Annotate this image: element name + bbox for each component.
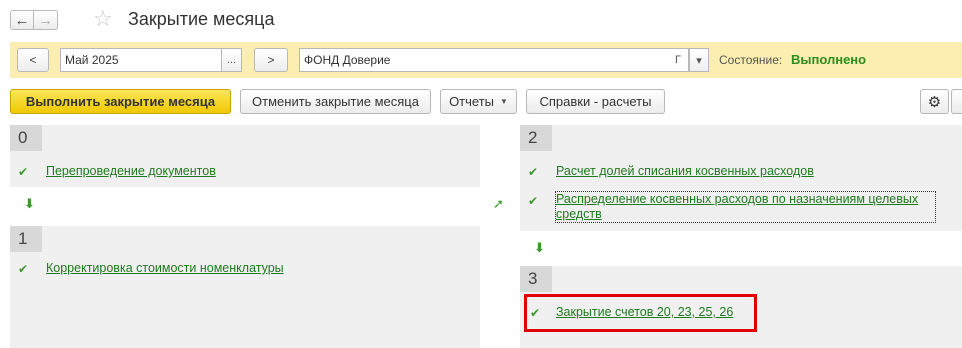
task-label-line2: средств	[556, 207, 602, 221]
caret-down-icon: ▼	[500, 97, 508, 106]
task-link-indirect-cost-distribution[interactable]: Распределение косвенных расходов по назн…	[555, 191, 936, 223]
organization-open-button[interactable]: Г	[675, 48, 689, 72]
reports-menu-button[interactable]: Отчеты ▼	[440, 89, 517, 114]
check-icon: ✔	[528, 165, 539, 179]
reports-label: Отчеты	[449, 94, 494, 109]
page-title: Закрытие месяца	[128, 9, 275, 29]
task-link-item-cost-adjustment[interactable]: Корректировка стоимости номенклатуры	[46, 261, 284, 276]
organization-dropdown-button[interactable]: ▾	[689, 48, 709, 72]
highlight-frame	[524, 294, 757, 332]
task-link-indirect-cost-shares[interactable]: Расчет долей списания косвенных расходов	[556, 164, 814, 179]
step-number: 2	[520, 125, 552, 151]
run-month-close-button[interactable]: Выполнить закрытие месяца	[10, 89, 231, 114]
settings-button[interactable]: ⚙	[920, 89, 949, 114]
arrow-left-icon: ←	[14, 11, 30, 29]
arrow-down-icon: ⬇	[534, 240, 545, 255]
task-label-line1: Распределение косвенных расходов по назн…	[556, 192, 919, 206]
organization-field[interactable]: ФОНД Доверие	[299, 48, 679, 72]
reference-calculations-button[interactable]: Справки - расчеты	[526, 89, 665, 114]
period-field[interactable]: Май 2025	[60, 48, 222, 72]
forward-button[interactable]: →	[34, 10, 58, 30]
prev-period-button[interactable]: <	[17, 48, 49, 72]
check-icon: ✔	[528, 194, 539, 208]
favorite-star-icon[interactable]: ☆	[93, 8, 113, 30]
period-select-button[interactable]: ...	[221, 48, 242, 72]
back-button[interactable]: ←	[10, 10, 34, 30]
step-group-1: 1	[10, 226, 480, 348]
arrow-right-icon: →	[38, 11, 53, 29]
step-number: 3	[520, 266, 552, 292]
gear-icon: ⚙	[927, 93, 942, 111]
task-link-reposting-documents[interactable]: Перепроведение документов	[46, 164, 216, 179]
arrow-diagonal-icon: ➚	[493, 196, 504, 211]
state-value: Выполнено	[791, 52, 867, 67]
check-icon: ✔	[18, 262, 29, 276]
parameter-bar: < Май 2025 ... > ФОНД Доверие Г ▾ Состоя…	[10, 42, 962, 78]
cancel-month-close-button[interactable]: Отменить закрытие месяца	[240, 89, 431, 114]
arrow-down-icon: ⬇	[24, 196, 35, 211]
next-period-button[interactable]: >	[254, 48, 288, 72]
more-button[interactable]	[951, 89, 962, 114]
chevron-down-icon: ▾	[696, 54, 702, 67]
state-label: Состояние:	[719, 53, 783, 67]
step-number: 1	[10, 226, 42, 252]
check-icon: ✔	[18, 165, 29, 179]
step-number: 0	[10, 125, 42, 151]
